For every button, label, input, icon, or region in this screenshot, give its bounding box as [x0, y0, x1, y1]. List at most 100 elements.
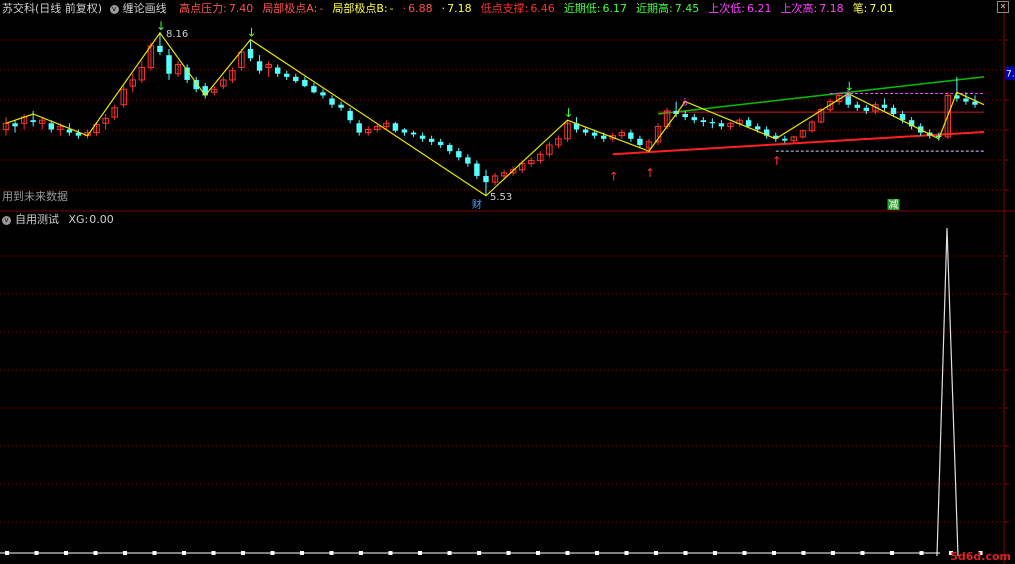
candle-body	[863, 107, 870, 111]
candle-body	[483, 175, 489, 183]
header-item-value: 7.18	[819, 2, 844, 15]
stock-name[interactable]: 苏交科(日线 前复权)	[2, 2, 102, 15]
header-item-3: · 6.88	[403, 2, 433, 15]
candle-body	[401, 129, 408, 133]
header-item-value: -	[389, 2, 394, 15]
header-item-value: -	[319, 2, 324, 15]
header-item-label: 局部极点A:	[262, 2, 318, 15]
xg-label: XG:	[68, 213, 89, 226]
header-item-value: 7.40	[228, 2, 254, 15]
header-item-10: 笔: 7.01	[853, 2, 894, 15]
candle-body	[356, 123, 362, 133]
header-item-value: 6.88	[408, 2, 433, 15]
xg-spike-line	[936, 227, 959, 557]
event-marker-cai: 财	[472, 198, 482, 211]
up-arrow-icon: ↑	[772, 154, 782, 168]
candle-body	[447, 144, 453, 152]
candle-body	[338, 104, 344, 108]
down-arrow-icon: ↓	[563, 106, 573, 120]
header-item-label: ·	[402, 2, 407, 15]
candle-body	[274, 67, 281, 74]
indicator-name[interactable]: 缠论画线	[123, 2, 167, 15]
candle-body	[329, 98, 335, 105]
candle-body	[392, 123, 399, 131]
candle-body	[419, 135, 426, 139]
down-arrow-icon: ↓	[247, 26, 257, 40]
candle-body	[166, 55, 172, 74]
up-arrow-icon: ↑	[645, 166, 655, 180]
candle-body	[256, 61, 263, 71]
pivot-marker-icon: ō	[682, 99, 688, 109]
future-data-note: 用到未来数据	[2, 190, 68, 203]
header-values: 高点压力: 7.40 局部极点A: - 局部极点B: - · 6.88 · 7.18 低点支撑: 6.…	[174, 2, 898, 15]
candle-body	[48, 123, 54, 130]
header-item-value: 7.45	[674, 2, 700, 15]
candle-body	[682, 114, 688, 118]
indicator-toggle-icon[interactable]: v	[109, 4, 119, 14]
watermark: 5d6d.com	[950, 550, 1011, 563]
pivot-marker-icon: ō	[845, 91, 851, 101]
header-bar: 苏交科(日线 前复权) v 缠论画线 高点压力: 7.40 局部极点A: - 局部极点B:…	[2, 1, 902, 17]
chart-canvas: ↓↓↓↓↑↑↑ōō8.165.53财减7.5	[0, 0, 1015, 564]
candle-body	[782, 138, 788, 141]
candle-body	[302, 79, 308, 87]
header-item-6: 近期低: 6.17	[564, 2, 627, 15]
sub-panel-toggle-icon[interactable]: v	[2, 215, 11, 225]
candle-body	[582, 129, 589, 133]
header-item-label: 近期低:	[563, 2, 601, 15]
header-item-label: 局部极点B:	[332, 2, 388, 15]
candle-body	[474, 163, 480, 176]
header-item-label: 高点压力:	[179, 2, 227, 15]
candle-body	[600, 135, 607, 139]
candle-body	[437, 141, 444, 145]
header-item-4: · 7.18	[442, 2, 472, 15]
event-marker-jian: 减	[888, 199, 898, 211]
candle-body	[247, 48, 254, 59]
low-price-label: 5.53	[490, 192, 512, 203]
candle-body	[628, 132, 634, 139]
sub-panel-header: v 自用测试 XG:0.00	[2, 212, 118, 228]
down-arrow-icon: ↓	[156, 19, 166, 33]
candle-body	[157, 45, 163, 53]
header-item-value: 7.01	[869, 2, 894, 15]
bi-stroke-line	[5, 31, 985, 197]
up-arrow-icon: ↑	[609, 169, 619, 183]
candle-body	[963, 98, 969, 102]
header-item-1: 局部极点A: -	[262, 2, 323, 15]
header-item-7: 近期高: 7.45	[636, 2, 699, 15]
candle-body	[293, 76, 299, 82]
price-tag: 7.5	[1006, 70, 1015, 80]
header-item-5: 低点支撑: 6.46	[481, 2, 555, 15]
header-item-value: 6.17	[602, 2, 628, 15]
header-item-label: 笔:	[852, 2, 868, 15]
close-button[interactable]: ✕	[997, 1, 1009, 13]
candle-body	[66, 129, 73, 133]
header-item-value: 7.18	[447, 2, 472, 15]
candle-body	[284, 73, 290, 77]
header-item-label: ·	[441, 2, 446, 15]
sub-panel-title[interactable]: 自用测试	[15, 213, 59, 226]
candle-body	[709, 122, 716, 124]
candle-body	[320, 92, 326, 96]
candle-body	[881, 104, 888, 108]
candle-body	[30, 120, 36, 123]
candle-body	[456, 151, 462, 158]
candle-body	[718, 123, 725, 127]
header-item-8: 上次低: 6.21	[708, 2, 771, 15]
candle-body	[465, 157, 471, 164]
candle-body	[754, 126, 761, 130]
header-item-2: 局部极点B: -	[332, 2, 393, 15]
header-item-0: 高点压力: 7.40	[179, 2, 253, 15]
header-item-9: 上次高: 7.18	[780, 2, 843, 15]
header-item-value: 6.21	[746, 2, 772, 15]
candle-body	[890, 107, 897, 114]
xg-value: 0.00	[89, 213, 114, 226]
candle-body	[700, 120, 707, 123]
header-item-label: 上次高:	[780, 2, 818, 15]
candle-body	[854, 104, 860, 108]
candle-body	[410, 132, 417, 135]
header-item-value: 6.46	[530, 2, 555, 15]
header-item-label: 上次低:	[708, 2, 745, 15]
candle-body	[12, 123, 18, 127]
candle-body	[691, 117, 697, 121]
